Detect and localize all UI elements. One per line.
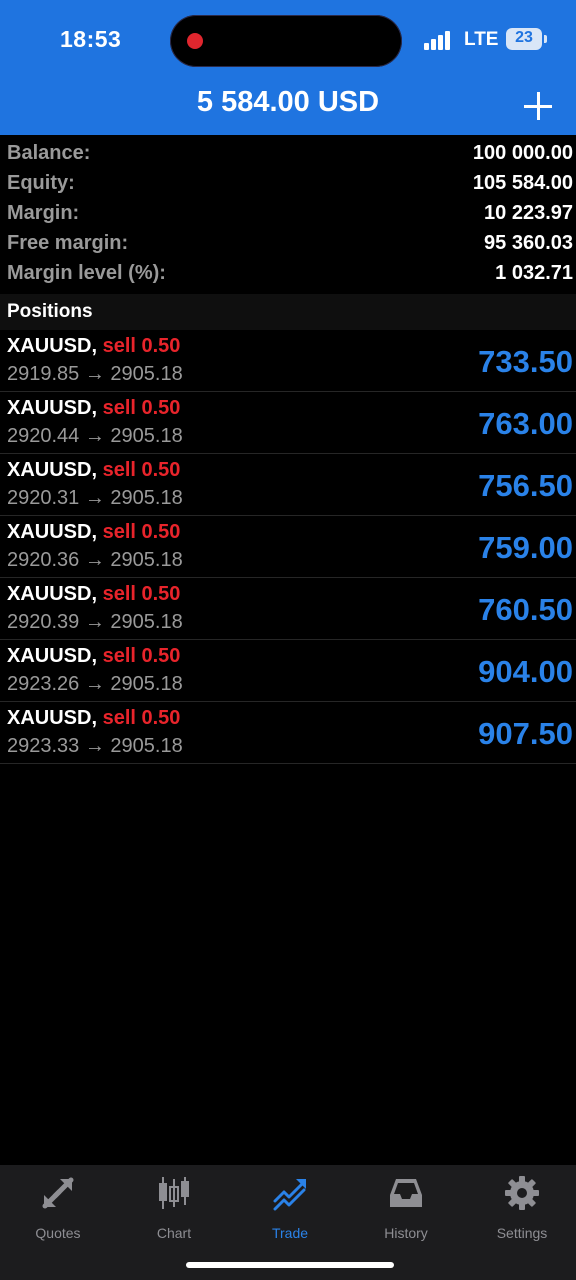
position-symbol: XAUUSD, [7, 583, 98, 605]
home-indicator[interactable] [186, 1262, 394, 1268]
position-row[interactable]: XAUUSD, sell 0.50 2920.39 → 2905.18 760.… [0, 578, 576, 640]
page-title: 5 584.00 USD [196, 86, 380, 118]
position-side: sell 0.50 [102, 459, 181, 481]
position-side: sell 0.50 [102, 397, 181, 419]
summary-label: Margin level (%): [7, 261, 166, 284]
position-side: sell 0.50 [102, 645, 181, 667]
trade-icon [273, 1179, 306, 1211]
tab-bar: Quotes Chart Trade History Settings [0, 1165, 576, 1280]
summary-label: Margin: [7, 201, 80, 224]
position-side: sell 0.50 [102, 521, 181, 543]
position-prices: 2919.85 → 2905.18 [7, 363, 183, 385]
summary-label: Equity: [7, 171, 75, 194]
position-prices: 2920.44 → 2905.18 [7, 425, 183, 447]
position-profit: 756.50 [478, 468, 573, 503]
position-profit: 904.00 [478, 654, 573, 689]
position-prices: 2920.39 → 2905.18 [7, 611, 183, 633]
position-profit: 733.50 [478, 344, 573, 379]
tab-chart[interactable]: Chart [116, 1175, 232, 1245]
summary-label: Balance: [7, 141, 91, 164]
free-margin-row: Free margin: 95 360.03 [0, 228, 576, 258]
network-type: LTE [464, 29, 499, 50]
position-prices: 2923.33 → 2905.18 [7, 735, 183, 757]
position-symbol: XAUUSD, [7, 707, 98, 729]
position-symbol: XAUUSD, [7, 645, 98, 667]
position-side: sell 0.50 [102, 707, 181, 729]
summary-label: Free margin: [7, 231, 129, 254]
tab-history[interactable]: History [348, 1175, 464, 1245]
positions-section-header: Positions [0, 294, 576, 330]
position-prices: 2923.26 → 2905.18 [7, 673, 183, 695]
equity-row: Equity: 105 584.00 [0, 168, 576, 198]
summary-value: 10 223.97 [484, 201, 573, 224]
tab-quotes[interactable]: Quotes [0, 1175, 116, 1245]
position-side: sell 0.50 [102, 583, 181, 605]
position-symbol: XAUUSD, [7, 335, 98, 357]
position-profit: 907.50 [478, 716, 573, 751]
balance-row: Balance: 100 000.00 [0, 138, 576, 168]
position-row[interactable]: XAUUSD, sell 0.50 2919.85 → 2905.18 733.… [0, 330, 576, 392]
tab-settings[interactable]: Settings [464, 1175, 576, 1245]
position-row[interactable]: XAUUSD, sell 0.50 2920.36 → 2905.18 759.… [0, 516, 576, 578]
position-symbol: XAUUSD, [7, 397, 98, 419]
margin-level-row: Margin level (%): 1 032.71 [0, 258, 576, 288]
position-row[interactable]: XAUUSD, sell 0.50 2920.44 → 2905.18 763.… [0, 392, 576, 454]
position-row[interactable]: XAUUSD, sell 0.50 2923.33 → 2905.18 907.… [0, 702, 576, 764]
summary-value: 1 032.71 [495, 261, 573, 284]
quotes-icon [42, 1177, 74, 1209]
plus-icon[interactable] [522, 90, 554, 122]
position-prices: 2920.31 → 2905.18 [7, 487, 183, 509]
position-symbol: XAUUSD, [7, 521, 98, 543]
tab-label: Settings [496, 1225, 548, 1241]
history-icon [390, 1179, 422, 1207]
settings-icon [505, 1176, 539, 1210]
summary-value: 95 360.03 [484, 231, 573, 254]
status-time: 18:53 [60, 26, 122, 52]
tab-trade[interactable]: Trade [232, 1175, 348, 1245]
tab-label: History [384, 1225, 428, 1241]
tab-label: Quotes [35, 1225, 81, 1241]
battery-icon: 23 [506, 28, 542, 50]
position-row[interactable]: XAUUSD, sell 0.50 2923.26 → 2905.18 904.… [0, 640, 576, 702]
position-symbol: XAUUSD, [7, 459, 98, 481]
position-prices: 2920.36 → 2905.18 [7, 549, 183, 571]
position-profit: 763.00 [478, 406, 573, 441]
position-profit: 760.50 [478, 592, 573, 627]
tab-label: Chart [156, 1225, 192, 1241]
tab-label: Trade [271, 1225, 309, 1241]
dynamic-island [170, 15, 402, 67]
position-side: sell 0.50 [102, 335, 181, 357]
summary-value: 100 000.00 [472, 141, 573, 164]
positions-list: XAUUSD, sell 0.50 2919.85 → 2905.18 733.… [0, 330, 576, 764]
margin-row: Margin: 10 223.97 [0, 198, 576, 228]
battery-level: 23 [515, 29, 533, 46]
battery-tip [544, 35, 547, 43]
signal-strength-icon [424, 30, 454, 50]
position-row[interactable]: XAUUSD, sell 0.50 2920.31 → 2905.18 756.… [0, 454, 576, 516]
top-bar: 18:53 LTE 23 5 584.00 USD [0, 0, 576, 135]
account-summary: Balance: 100 000.00 Equity: 105 584.00 M… [0, 138, 576, 288]
summary-value: 105 584.00 [472, 171, 573, 194]
chart-icon [159, 1177, 189, 1209]
position-profit: 759.00 [478, 530, 573, 565]
recording-indicator-icon [187, 33, 203, 49]
